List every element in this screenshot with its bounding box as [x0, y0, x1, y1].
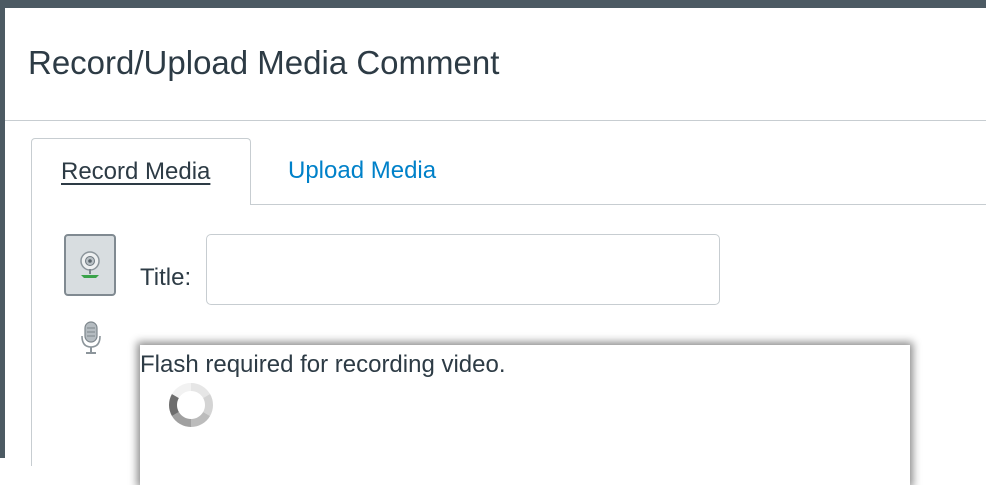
media-comment-dialog: Record/Upload Media Comment Record Media… — [5, 8, 986, 485]
title-input[interactable] — [206, 234, 720, 305]
dialog-header: Record/Upload Media Comment — [5, 8, 986, 121]
tab-upload-media-label[interactable]: Upload Media — [288, 157, 436, 185]
dialog-title: Record/Upload Media Comment — [28, 44, 500, 81]
webcam-icon — [80, 251, 100, 278]
tab-upload-media[interactable]: Upload Media — [273, 138, 473, 204]
tab-record-media[interactable]: Record Media — [31, 138, 251, 205]
tab-bar-divider — [251, 204, 986, 205]
recorder-flash-box: Flash required for recording video. — [140, 345, 910, 485]
title-label: Title: — [140, 264, 192, 291]
loading-spinner-icon — [169, 383, 213, 427]
page-overlay-top — [0, 0, 986, 8]
tab-panel-border — [31, 204, 32, 466]
microphone-icon[interactable] — [78, 319, 104, 355]
tab-record-media-label[interactable]: Record Media — [61, 158, 210, 186]
webcam-button[interactable] — [64, 234, 116, 296]
